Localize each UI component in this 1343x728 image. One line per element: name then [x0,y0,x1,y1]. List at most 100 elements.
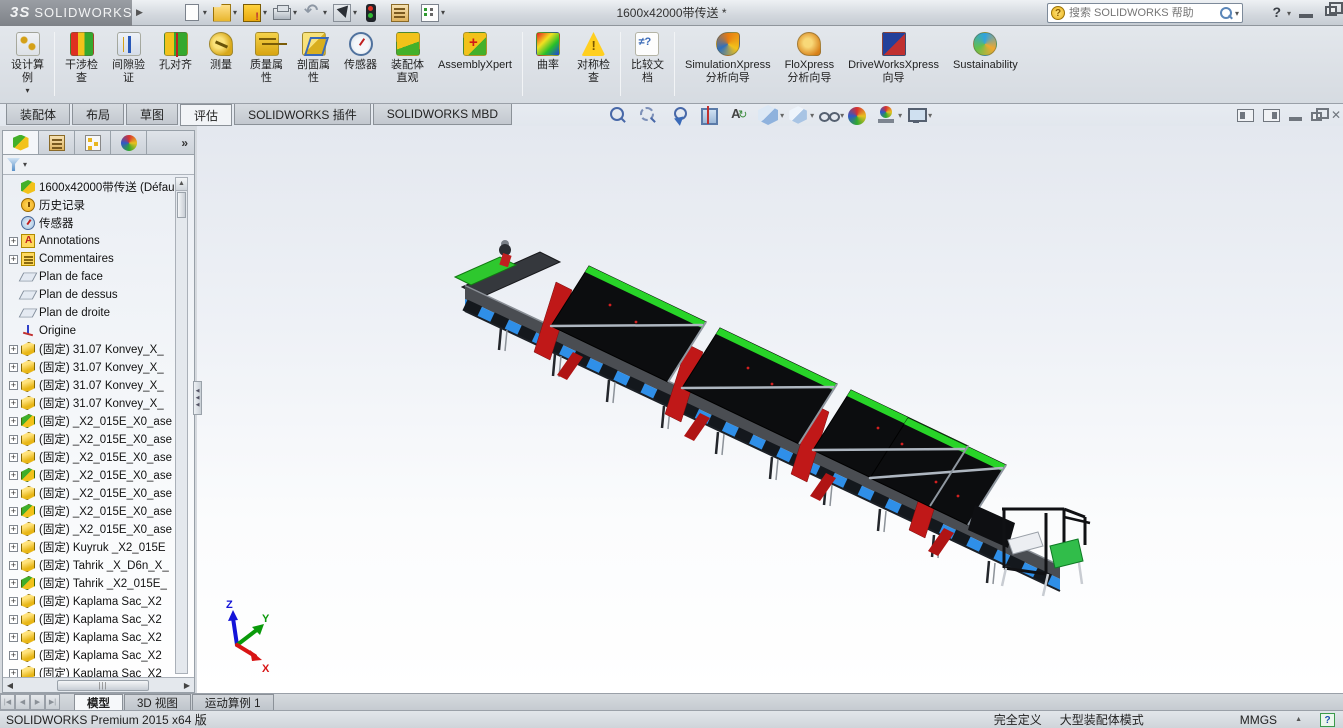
scroll-right-arrow-icon[interactable]: ▶ [180,681,194,690]
panel-tab[interactable] [111,131,147,154]
quick-toolbar-button[interactable]: ▾ [271,4,299,21]
expand-toggle[interactable] [9,435,18,444]
document-window-control[interactable] [1237,109,1254,122]
units-dropdown-icon[interactable]: ▲ [1295,716,1302,723]
panel-splitter[interactable]: ◀◀◀ [195,126,199,693]
ribbon-button[interactable]: DriveWorksXpress 向导 ▾ [841,30,946,97]
document-window-control[interactable] [1289,117,1302,121]
splitter-handle[interactable]: ◀◀◀ [193,381,202,415]
ribbon-button[interactable]: 传感器 ▾ [337,30,384,97]
tree-item[interactable]: Commentaires [7,250,194,268]
expand-toggle[interactable] [9,381,18,390]
tree-item[interactable]: Plan de dessus [7,286,194,304]
tree-item[interactable]: (固定) _X2_015E_X0_ase [7,484,194,502]
tree-item[interactable]: Plan de face [7,268,194,286]
quick-toolbar-button[interactable]: ▾ [301,3,329,23]
tree-vertical-scrollbar[interactable]: ▲ [175,177,188,674]
tree-item[interactable]: (固定) Kaplama Sac_X2 [7,628,194,646]
heads-up-button[interactable]: ▾ [638,105,664,125]
dropdown-arrow-icon[interactable]: ▾ [928,111,932,120]
ribbon-button[interactable]: 质量属 性 ▾ [243,30,290,97]
ribbon-button[interactable]: Sustainability ▾ [946,30,1025,97]
search-icon[interactable] [1220,7,1232,19]
graphics-viewport[interactable]: Z Y X [197,126,1343,693]
expand-toggle[interactable] [9,669,18,678]
dropdown-arrow-icon[interactable]: ▾ [263,8,267,17]
tree-item[interactable]: (固定) Kaplama Sac_X2 [7,610,194,628]
tree-item[interactable]: 历史记录 [7,196,194,214]
expand-toggle[interactable] [9,345,18,354]
expand-toggle[interactable] [9,507,18,516]
expand-toggle[interactable] [9,255,18,264]
ribbon-button[interactable]: AssemblyXpert ▾ [431,30,519,97]
ribbon-button[interactable]: ▾ [522,32,523,96]
ribbon-button[interactable]: 装配体 直观 ▾ [384,30,431,97]
dropdown-arrow-icon[interactable]: ▾ [810,111,814,120]
ribbon-button[interactable]: 对称检 查 ▾ [570,30,617,97]
quick-toolbar-button[interactable]: ▾ [419,3,447,23]
quick-toolbar-button[interactable]: ▾ [361,3,387,23]
dropdown-arrow-icon[interactable]: ▾ [898,111,902,120]
tree-filter-row[interactable]: ▾ [3,155,194,175]
expand-toggle[interactable] [9,561,18,570]
ribbon-button[interactable]: 孔对齐 ▾ [152,30,199,97]
scroll-up-arrow-icon[interactable]: ▲ [176,178,187,191]
tree-item[interactable]: (固定) 31.07 Konvey_X_ [7,340,194,358]
ribbon-button[interactable]: FloXpress 分析向导 ▾ [778,30,842,97]
tree-horizontal-scrollbar[interactable]: ◀ ||| ▶ [3,677,194,692]
ribbon-button[interactable]: 曲率 ▾ [526,30,570,97]
tree-item[interactable]: 传感器 [7,214,194,232]
expand-toggle[interactable] [9,489,18,498]
tree-item[interactable]: (固定) 31.07 Konvey_X_ [7,394,194,412]
tree-item[interactable]: (固定) Tahrik _X2_015E_ [7,574,194,592]
heads-up-button[interactable]: ▾ [668,105,694,125]
quick-tips-help-icon[interactable]: ? [1320,713,1335,727]
panel-tab[interactable] [3,131,39,154]
expand-toggle[interactable] [9,417,18,426]
search-dropdown-icon[interactable]: ▾ [1235,9,1239,18]
dropdown-arrow-icon[interactable]: ▾ [323,8,327,17]
tree-item[interactable]: (固定) _X2_015E_X0_ase [7,412,194,430]
expand-toggle[interactable] [9,363,18,372]
heads-up-button[interactable]: ▾ [698,105,724,125]
tree-item[interactable]: (固定) 31.07 Konvey_X_ [7,376,194,394]
expand-toggle[interactable] [9,399,18,408]
search-box[interactable]: ? ▾ [1047,3,1243,23]
tree-item[interactable]: (固定) _X2_015E_X0_ase [7,520,194,538]
ribbon-button[interactable]: ▾ [674,32,675,96]
units-selector[interactable]: MMGS [1240,713,1277,727]
expand-toggle[interactable] [9,453,18,462]
command-manager-tab[interactable]: 装配体 [6,104,70,125]
document-tab[interactable]: 运动算例 1 [192,694,274,710]
expand-toggle[interactable] [9,471,18,480]
tree-item[interactable]: (固定) _X2_015E_X0_ase [7,448,194,466]
tree-item[interactable]: (固定) Kaplama Sac_X2 [7,592,194,610]
tab-nav-button[interactable]: ▶| [45,694,60,710]
heads-up-button[interactable]: ▾ [728,105,754,125]
ribbon-button[interactable]: 剖面属 性 ▾ [290,30,337,97]
ribbon-button[interactable]: 设计算 例 ▾ [4,30,51,97]
dropdown-arrow-icon[interactable]: ▾ [25,86,29,95]
help-menu-icon[interactable]: ? [1272,4,1281,20]
ribbon-button[interactable]: ▾ [620,32,621,96]
ribbon-button[interactable]: 测量 ▾ [199,30,243,97]
tree-item[interactable]: (固定) _X2_015E_X0_ase [7,430,194,448]
dropdown-arrow-icon[interactable]: ▾ [293,8,297,17]
scrollbar-thumb[interactable]: ||| [57,680,149,691]
dropdown-arrow-icon[interactable]: ▾ [233,8,237,17]
quick-toolbar-button[interactable]: ▾ [389,3,417,23]
quick-toolbar-button[interactable]: ▾ [331,3,359,23]
tree-item[interactable]: Annotations [7,232,194,250]
heads-up-button[interactable]: ▾ [876,105,902,125]
ribbon-button[interactable]: 比较文 档 ▾ [624,30,671,97]
document-window-control[interactable] [1263,109,1280,122]
tree-item[interactable]: (固定) Kaplama Sac_X2 [7,646,194,664]
tree-item[interactable]: (固定) _X2_015E_X0_ase [7,502,194,520]
command-manager-tab[interactable]: SOLIDWORKS 插件 [234,104,371,125]
ribbon-button[interactable]: SimulationXpress 分析向导 ▾ [678,30,778,97]
tree-item[interactable]: (固定) 31.07 Konvey_X_ [7,358,194,376]
model-conveyor-assembly[interactable] [197,126,1343,693]
heads-up-button[interactable]: ▾ [608,105,634,125]
expand-toggle[interactable] [9,543,18,552]
dropdown-arrow-icon[interactable]: ▾ [441,8,445,17]
